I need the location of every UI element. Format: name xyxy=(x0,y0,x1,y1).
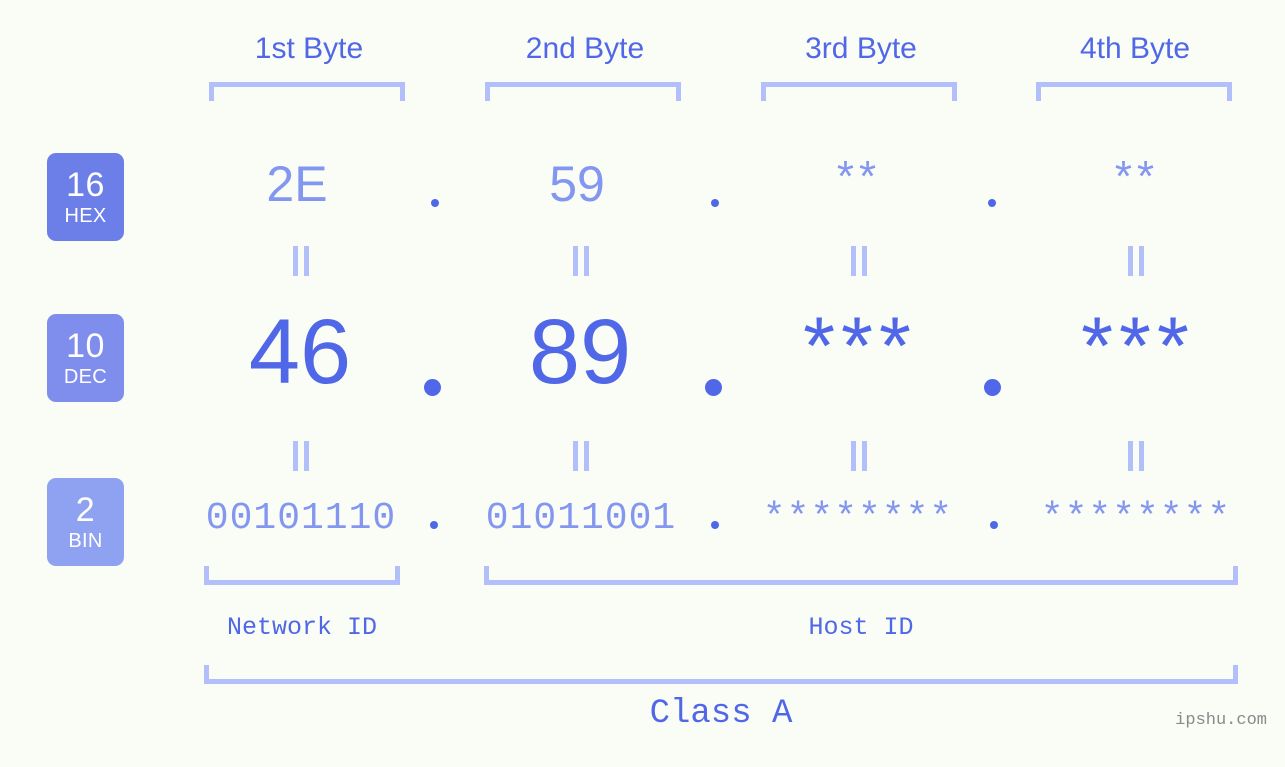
base-badge-bin-number: 2 xyxy=(75,491,96,529)
base-badge-bin: 2 BIN xyxy=(47,478,124,566)
hex-byte-3: ** xyxy=(836,152,882,201)
dec-byte-4: *** xyxy=(1081,301,1195,392)
ip-address-breakdown-diagram: 1st Byte 2nd Byte 3rd Byte 4th Byte 16 H… xyxy=(0,0,1285,767)
bin-dot-separator-2 xyxy=(711,521,719,529)
hex-byte-4: ** xyxy=(1114,152,1160,201)
dec-dot-separator-1 xyxy=(424,379,441,396)
hex-dot-separator-2 xyxy=(711,199,719,207)
dec-byte-3: *** xyxy=(803,301,917,392)
byte-header-2: 2nd Byte xyxy=(525,32,645,65)
byte-header-3: 3rd Byte xyxy=(805,32,917,65)
network-id-label: Network ID xyxy=(226,613,378,642)
equals-mark-dec-bin-3 xyxy=(848,441,870,471)
hex-dot-separator-3 xyxy=(988,199,996,207)
byte-header-4: 4th Byte xyxy=(1079,32,1191,65)
dec-byte-1: 46 xyxy=(248,301,352,403)
dec-dot-separator-3 xyxy=(984,379,1001,396)
equals-mark-dec-bin-4 xyxy=(1125,441,1147,471)
base-badge-dec-number: 10 xyxy=(66,327,105,365)
network-id-bracket xyxy=(204,566,400,585)
bin-byte-3: ******** xyxy=(762,497,954,540)
equals-mark-hex-dec-1 xyxy=(290,246,312,276)
hex-byte-1: 2E xyxy=(266,156,328,212)
class-label: Class A xyxy=(649,695,793,733)
host-id-bracket xyxy=(484,566,1238,585)
base-badge-hex-number: 16 xyxy=(66,166,105,204)
dec-dot-separator-2 xyxy=(705,379,722,396)
bin-dot-separator-1 xyxy=(430,521,438,529)
bin-byte-4: ******** xyxy=(1040,497,1232,540)
dec-byte-2: 89 xyxy=(528,301,632,403)
class-bracket xyxy=(204,665,1238,684)
equals-mark-dec-bin-1 xyxy=(290,441,312,471)
byte-bracket-2 xyxy=(485,82,681,101)
byte-bracket-4 xyxy=(1036,82,1232,101)
base-badge-dec: 10 DEC xyxy=(47,314,124,402)
byte-bracket-3 xyxy=(761,82,957,101)
site-watermark: ipshu.com xyxy=(1175,711,1267,730)
equals-mark-hex-dec-4 xyxy=(1125,246,1147,276)
base-badge-dec-system: DEC xyxy=(63,366,108,388)
equals-mark-hex-dec-3 xyxy=(848,246,870,276)
bin-byte-1: 00101110 xyxy=(205,497,397,540)
host-id-label: Host ID xyxy=(808,613,914,642)
equals-mark-dec-bin-2 xyxy=(570,441,592,471)
hex-byte-2: 59 xyxy=(549,156,605,212)
base-badge-hex: 16 HEX xyxy=(47,153,124,241)
byte-header-1: 1st Byte xyxy=(254,32,364,65)
bin-dot-separator-3 xyxy=(990,521,998,529)
hex-dot-separator-1 xyxy=(431,199,439,207)
equals-mark-hex-dec-2 xyxy=(570,246,592,276)
bin-byte-2: 01011001 xyxy=(485,497,677,540)
base-badge-hex-system: HEX xyxy=(64,205,107,227)
byte-bracket-1 xyxy=(209,82,405,101)
base-badge-bin-system: BIN xyxy=(68,530,103,552)
